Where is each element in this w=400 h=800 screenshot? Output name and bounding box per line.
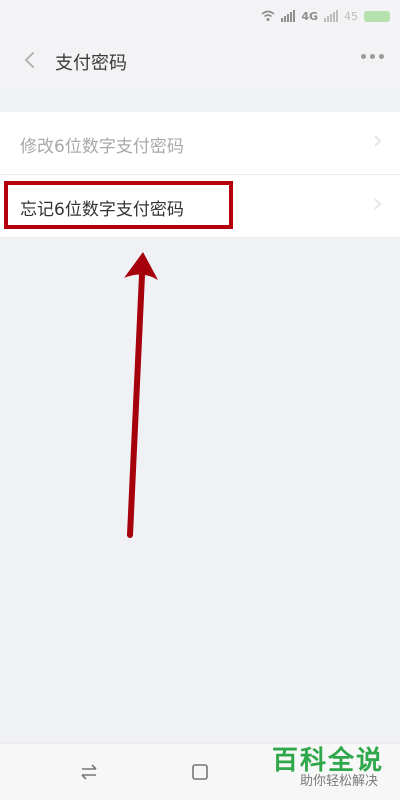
battery-percent: 45 (344, 9, 358, 23)
switch-apps-icon[interactable] (78, 761, 100, 783)
status-bar: 4G 45 (0, 0, 400, 32)
network-type: 4G (301, 9, 318, 23)
signal-icon (281, 10, 296, 22)
app-header: 支付密码 (0, 32, 400, 88)
back-arrow-icon[interactable] (20, 50, 40, 70)
battery-icon (364, 10, 390, 22)
home-square-icon[interactable] (189, 761, 211, 783)
chevron-right-icon (374, 198, 382, 210)
status-icons: 4G 45 (261, 6, 390, 26)
signal-icon-2 (324, 10, 338, 22)
highlight-box (4, 181, 233, 229)
watermark-tagline: 助你轻松解决 (299, 774, 378, 789)
chevron-right-icon (374, 135, 382, 147)
wifi-icon (261, 10, 275, 21)
menu-item-label: 修改6位数字支付密码 (20, 137, 184, 157)
more-options-icon[interactable] (361, 54, 384, 59)
menu-item-change-password[interactable]: 修改6位数字支付密码 (0, 112, 400, 175)
page-title: 支付密码 (55, 53, 127, 74)
